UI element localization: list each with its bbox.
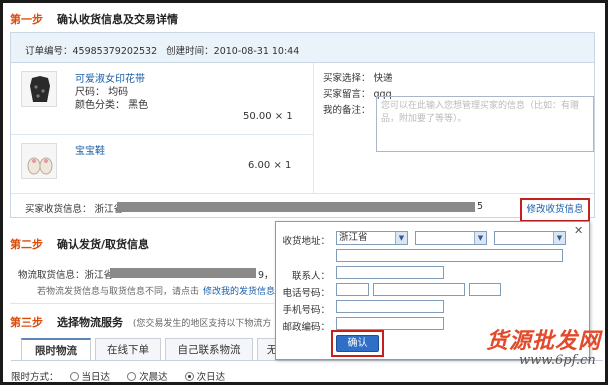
seller-note-textarea[interactable]: 您可以在此输入您想管理买家的信息（比如：有赠品，附加要了等等）。 [376,96,594,152]
step2-number: 第二步 [10,238,43,251]
shipping-address-label: 买家收货信息： 浙江省 [25,204,124,215]
tab-baseline [11,360,603,361]
radio-icon[interactable] [69,372,79,381]
step2-title: 确认发货/取货信息 [57,238,150,251]
watermark-url: www.6pf.cn [519,353,596,368]
list-item: 可爱淑女印花带 尺码： 均码 颜色分类： 黑色 50.00 × 1 [11,63,314,135]
step1-title: 确认收货信息及交易详情 [57,13,178,26]
order-details-panel: 订单编号：45985379202532 创建时间：2010-08-31 10:4… [10,32,595,218]
pickup-info-label: 物流取货信息：浙江省 [18,270,114,281]
pickup-hint-text: 若物流发货信息与取货信息不同，请点击 [37,287,200,297]
tab-self-contact[interactable]: 自己联系物流 [165,338,253,361]
option-same-day[interactable]: 当日达 [69,372,110,382]
option-next-morning[interactable]: 次晨达 [127,372,168,382]
phone-label: 电话号码： [282,288,330,299]
province-value: 浙江省 [339,232,368,243]
pickup-hint: 若物流发货信息与取货信息不同，请点击 修改我的发货信息 [37,284,275,297]
list-item: 宝宝鞋 6.00 × 1 [11,135,314,193]
pickup-info-tail: 9， [258,270,274,281]
step3-number: 第三步 [10,316,43,329]
confirm-button[interactable]: 确认 [336,335,379,352]
order-created-time: 创建时间：2010-08-31 10:44 [166,46,300,57]
addr-label: 收货地址： [282,236,330,247]
chevron-down-icon: ▼ [474,232,486,244]
chevron-down-icon: ▼ [553,232,565,244]
option-next-day[interactable]: 次日达 [184,372,225,382]
product-name-link[interactable]: 宝宝鞋 [75,142,105,157]
tab-online-order[interactable]: 在线下单 [95,338,161,361]
street-address-input[interactable] [336,249,563,262]
close-icon[interactable]: ✕ [574,224,583,237]
chevron-down-icon: ▼ [395,232,407,244]
phone-extension-input[interactable] [469,283,501,296]
step3-title: 选择物流服务 [57,316,123,329]
phone-area-code-input[interactable] [336,283,369,296]
step2-heading: 第二步 确认发货/取货信息 [10,236,149,252]
product-price-qty: 6.00 × 1 [248,160,292,171]
confirm-highlight: 确认 [331,330,384,357]
step1-number: 第一步 [10,13,43,26]
time-options-row: 限时方式： 当日达 次晨达 次日达 [11,369,225,383]
product-thumbnail[interactable] [21,71,57,107]
city-select[interactable]: ▼ [415,231,487,245]
contact-input[interactable] [336,266,444,279]
shipping-address-tail: 5 [477,201,484,212]
zip-input[interactable] [336,317,444,330]
buyer-choice: 买家选择： 快递 [323,73,393,84]
watermark-logo: 货源批发网 [486,328,602,354]
time-options-label: 限时方式： [11,372,59,383]
order-number: 订单编号：45985379202532 [25,46,158,57]
divider [10,303,274,304]
page-frame: 第一步 确认收货信息及交易详情 订单编号：45985379202532 创建时间：… [0,0,608,385]
zip-label: 邮政编码： [282,322,330,333]
province-select[interactable]: 浙江省 ▼ [336,231,408,245]
redacted-pickup-bar [110,268,256,278]
step1-heading: 第一步 确认收货信息及交易详情 [10,11,178,27]
shipping-address-row: 买家收货信息： 浙江省 5 [11,193,594,218]
item-list: 可爱淑女印花带 尺码： 均码 颜色分类： 黑色 50.00 × 1 宝宝鞋 6.… [11,63,314,193]
radio-icon[interactable] [127,372,137,381]
product-color: 颜色分类： 黑色 [75,100,149,111]
modify-shipping-link[interactable]: 修改我的发货信息 [203,287,275,297]
contact-label: 联系人： [291,271,330,282]
order-header: 订单编号：45985379202532 创建时间：2010-08-31 10:4… [11,33,594,63]
step3-description: (您交易发生的地区支持以下物流方 [132,319,272,329]
phone-number-input[interactable] [373,283,465,296]
product-thumbnail[interactable] [21,143,57,179]
step3-heading: 第三步 选择物流服务 (您交易发生的地区支持以下物流方 [10,314,271,330]
district-select[interactable]: ▼ [494,231,566,245]
mobile-input[interactable] [336,300,444,313]
redacted-address-bar [117,202,475,212]
tab-timed-logistics[interactable]: 限时物流 [21,338,91,361]
mobile-label: 手机号码： [282,305,330,316]
product-price-qty: 50.00 × 1 [243,111,293,122]
radio-selected-icon[interactable] [184,372,194,381]
modify-address-button[interactable]: 修改收货信息 [520,198,590,222]
